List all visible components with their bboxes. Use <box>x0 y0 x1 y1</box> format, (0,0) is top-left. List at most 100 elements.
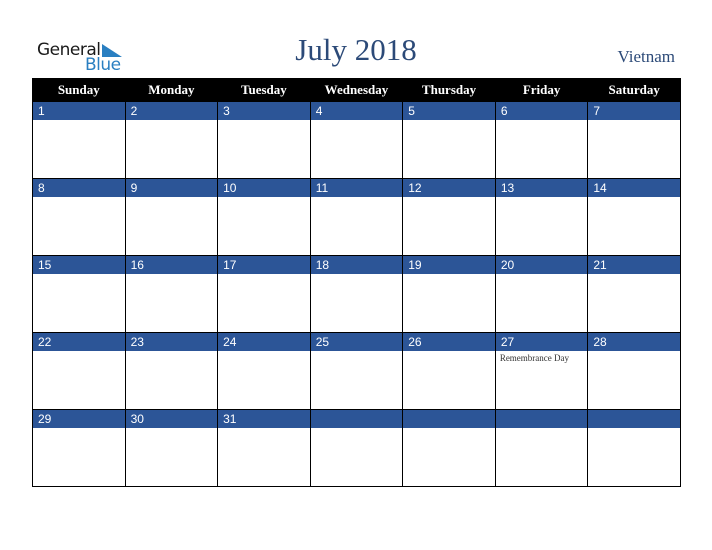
holiday-event <box>588 428 680 430</box>
day-cell[interactable]: 12 <box>402 178 496 256</box>
day-number: 9 <box>125 179 218 197</box>
day-cell[interactable]: 27 Remembrance Day <box>494 332 589 410</box>
day-cell[interactable]: 16 <box>124 255 219 333</box>
holiday-event <box>33 351 125 353</box>
weekday-header-saturday: Saturday <box>587 78 681 102</box>
day-number: 1 <box>33 102 125 120</box>
day-number <box>588 410 680 428</box>
day-cell[interactable]: 22 <box>32 332 126 410</box>
day-number: 17 <box>218 256 310 274</box>
day-number: 26 <box>403 333 495 351</box>
day-cell[interactable]: 20 <box>494 255 589 333</box>
holiday-event <box>218 428 310 430</box>
day-cell[interactable]: 17 <box>217 255 311 333</box>
day-number: 29 <box>33 410 125 428</box>
day-cell[interactable]: 10 <box>217 178 311 256</box>
holiday-event <box>403 351 495 353</box>
day-number <box>310 410 403 428</box>
day-cell[interactable]: 23 <box>124 332 219 410</box>
day-number: 27 <box>495 333 588 351</box>
day-number: 14 <box>588 179 680 197</box>
day-cell[interactable]: 18 <box>309 255 404 333</box>
day-cell[interactable]: 2 <box>124 101 219 179</box>
day-cell[interactable] <box>309 409 404 487</box>
day-cell[interactable]: 11 <box>309 178 404 256</box>
day-number: 18 <box>310 256 403 274</box>
day-number: 22 <box>33 333 125 351</box>
week-row: 15 16 17 18 19 20 21 <box>32 255 681 333</box>
day-cell[interactable]: 7 <box>587 101 681 179</box>
day-cell[interactable]: 15 <box>32 255 126 333</box>
day-number <box>403 410 495 428</box>
weekday-header-wednesday: Wednesday <box>309 78 404 102</box>
day-number: 28 <box>588 333 680 351</box>
holiday-event: Remembrance Day <box>499 353 570 363</box>
day-cell[interactable]: 29 <box>32 409 126 487</box>
day-number: 13 <box>495 179 588 197</box>
holiday-event <box>218 351 310 353</box>
day-cell[interactable]: 4 <box>309 101 404 179</box>
holiday-event <box>218 274 310 276</box>
day-number: 23 <box>125 333 218 351</box>
holiday-event <box>126 197 218 199</box>
holiday-event <box>33 274 125 276</box>
day-number: 6 <box>495 102 588 120</box>
holiday-event <box>311 428 403 430</box>
holiday-event <box>33 120 125 122</box>
calendar-grid: Sunday Monday Tuesday Wednesday Thursday Frid… <box>32 78 681 487</box>
day-number: 24 <box>218 333 310 351</box>
day-number: 20 <box>495 256 588 274</box>
day-cell[interactable]: 9 <box>124 178 219 256</box>
weekday-header-friday: Friday <box>494 78 589 102</box>
day-cell[interactable]: 8 <box>32 178 126 256</box>
day-cell[interactable] <box>494 409 589 487</box>
day-cell[interactable]: 3 <box>217 101 311 179</box>
day-number: 11 <box>310 179 403 197</box>
day-number: 10 <box>218 179 310 197</box>
day-number <box>495 410 588 428</box>
holiday-event <box>218 120 310 122</box>
holiday-event <box>496 274 588 276</box>
day-number: 12 <box>403 179 495 197</box>
weekday-header-monday: Monday <box>124 78 219 102</box>
day-cell[interactable]: 21 <box>587 255 681 333</box>
day-number: 21 <box>588 256 680 274</box>
day-cell[interactable]: 28 <box>587 332 681 410</box>
day-cell[interactable]: 5 <box>402 101 496 179</box>
day-cell[interactable]: 14 <box>587 178 681 256</box>
day-cell[interactable] <box>587 409 681 487</box>
holiday-event <box>311 351 403 353</box>
holiday-event <box>403 274 495 276</box>
day-cell[interactable]: 25 <box>309 332 404 410</box>
holiday-event <box>496 197 588 199</box>
day-number: 15 <box>33 256 125 274</box>
holiday-event <box>403 120 495 122</box>
day-cell[interactable] <box>402 409 496 487</box>
day-number: 30 <box>125 410 218 428</box>
day-cell[interactable]: 24 <box>217 332 311 410</box>
day-number: 31 <box>218 410 310 428</box>
holiday-event <box>33 428 125 430</box>
day-cell[interactable]: 19 <box>402 255 496 333</box>
week-row: 29 30 31 <box>32 409 681 487</box>
day-cell[interactable]: 13 <box>494 178 589 256</box>
weekday-header-tuesday: Tuesday <box>217 78 311 102</box>
day-number: 4 <box>310 102 403 120</box>
holiday-event <box>588 351 680 353</box>
week-row: 22 23 24 25 26 27 Remembrance Day 28 <box>32 332 681 410</box>
week-row: 1234567 <box>32 101 681 179</box>
day-cell[interactable]: 30 <box>124 409 219 487</box>
day-number: 5 <box>403 102 495 120</box>
day-cell[interactable]: 31 <box>217 409 311 487</box>
day-number: 7 <box>588 102 680 120</box>
holiday-event <box>126 351 218 353</box>
day-cell[interactable]: 1 <box>32 101 126 179</box>
day-cell[interactable]: 6 <box>494 101 589 179</box>
day-cell[interactable]: 26 <box>402 332 496 410</box>
weekday-header-row: Sunday Monday Tuesday Wednesday Thursday Frid… <box>32 78 681 102</box>
day-number: 19 <box>403 256 495 274</box>
holiday-event <box>218 197 310 199</box>
holiday-event <box>126 428 218 430</box>
day-number: 2 <box>125 102 218 120</box>
holiday-event <box>496 428 588 430</box>
